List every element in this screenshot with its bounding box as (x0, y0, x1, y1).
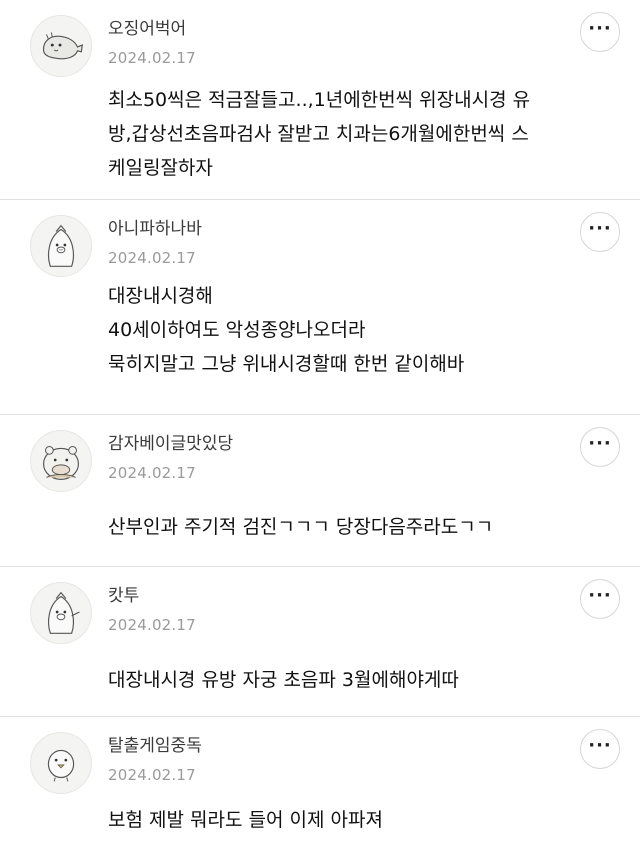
more-options-button[interactable]: ··· (580, 729, 620, 769)
whale-character-icon[interactable] (30, 15, 92, 77)
comment-date: 2024.02.17 (108, 766, 196, 784)
comment-nickname[interactable]: 감자베이글맛있당 (108, 433, 233, 455)
pig-penguin-character-icon[interactable] (30, 215, 92, 277)
comment-nickname[interactable]: 캇투 (108, 585, 139, 607)
comment-item: 탈출게임중독 2024.02.17 ··· 보험 제발 뭐라도 들어 이제 아파… (0, 717, 640, 847)
more-options-button[interactable]: ··· (580, 12, 620, 52)
more-dots-icon: ··· (588, 735, 612, 756)
comment-item: 오징어벅어 2024.02.17 ··· 최소50씩은 적금잘들고..,1년에한… (0, 0, 640, 200)
comment-item: 캇투 2024.02.17 ··· 대장내시경 유방 자궁 초음파 3월에해야게… (0, 567, 640, 717)
more-dots-icon: ··· (588, 18, 612, 39)
comment-text: 최소50씩은 적금잘들고..,1년에한번씩 위장내시경 유 방,갑상선초음파검사… (108, 89, 531, 179)
more-options-button[interactable]: ··· (580, 579, 620, 619)
comment-nickname[interactable]: 탈출게임중독 (108, 735, 202, 757)
comment-date: 2024.02.17 (108, 464, 196, 482)
more-dots-icon: ··· (588, 585, 612, 606)
comment-text: 대장내시경해 40세이하여도 악성종양나오더라 묵히지말고 그냥 위내시경할때 … (108, 285, 465, 375)
pig-penguin-character-icon[interactable] (30, 582, 92, 644)
more-dots-icon: ··· (588, 218, 612, 239)
comment-text: 산부인과 주기적 검진ㄱㄱㄱ 당장다음주라도ㄱㄱ (108, 516, 494, 538)
comment-text: 보험 제발 뭐라도 들어 이제 아파져 (108, 809, 383, 831)
hippo-character-icon[interactable] (30, 430, 92, 492)
chick-character-icon[interactable] (30, 732, 92, 794)
more-options-button[interactable]: ··· (580, 427, 620, 467)
comment-date: 2024.02.17 (108, 49, 196, 67)
more-dots-icon: ··· (588, 433, 612, 454)
comment-item: 아니파하나바 2024.02.17 ··· 대장내시경해 40세이하여도 악성종… (0, 200, 640, 415)
comment-date: 2024.02.17 (108, 249, 196, 267)
comment-date: 2024.02.17 (108, 616, 196, 634)
comment-text: 대장내시경 유방 자궁 초음파 3월에해야게따 (108, 669, 459, 691)
comment-item: 감자베이글맛있당 2024.02.17 ··· 산부인과 주기적 검진ㄱㄱㄱ 당… (0, 415, 640, 567)
comment-nickname[interactable]: 오징어벅어 (108, 18, 186, 40)
more-options-button[interactable]: ··· (580, 212, 620, 252)
comment-nickname[interactable]: 아니파하나바 (108, 218, 202, 240)
